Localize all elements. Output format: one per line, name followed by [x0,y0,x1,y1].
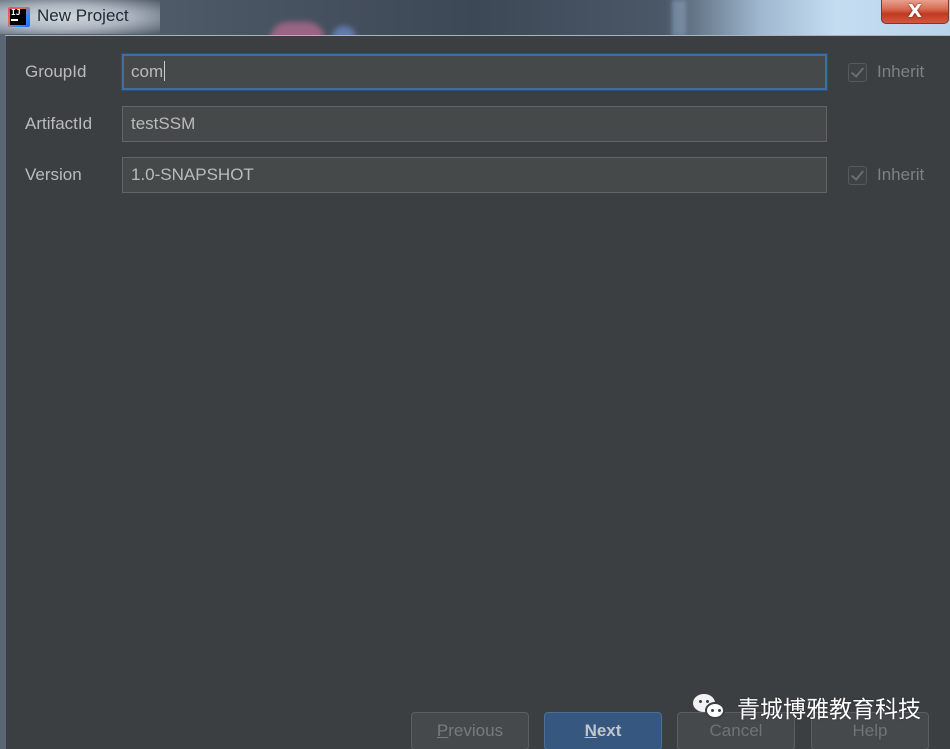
close-icon: X [908,0,922,22]
previous-mnemonic: P [436,721,449,740]
window-titlebar: IJ New Project X [0,0,950,40]
version-label: Version [25,165,82,184]
artifactid-input[interactable]: testSSM [122,106,827,142]
groupid-label: GroupId [25,62,87,81]
groupid-value: com [131,62,164,81]
checkmark-icon [848,165,867,185]
next-button[interactable]: Next [544,712,662,749]
text-caret [164,61,166,82]
groupid-inherit-label: Inherit [877,62,925,81]
groupid-input[interactable]: com [122,54,827,90]
artifactid-value: testSSM [131,114,196,133]
groupid-inherit-checkbox[interactable]: Inherit [848,62,924,82]
next-mnemonic: N [584,721,597,740]
wechat-watermark: 青城博雅教育科技 [693,690,921,724]
version-inherit-checkbox[interactable]: Inherit [848,165,924,185]
close-window-button[interactable]: X [881,0,949,24]
intellij-idea-icon: IJ [8,7,30,27]
version-value: 1.0-SNAPSHOT [131,165,254,184]
previous-button[interactable]: Previous [411,712,529,749]
cancel-label: Cancel [709,721,763,740]
checkmark-icon [848,62,867,82]
new-project-dialog: GroupId com Inherit ArtifactId testSSM V… [5,35,950,749]
version-input[interactable]: 1.0-SNAPSHOT [122,157,827,193]
help-label: Help [852,721,888,740]
wechat-icon [693,692,729,722]
desktop-background-stripe [672,0,686,36]
window-title: New Project [37,6,129,25]
next-label: ext [596,721,622,740]
watermark-text: 青城博雅教育科技 [737,697,921,723]
previous-label: revious [448,721,504,740]
version-inherit-label: Inherit [877,165,925,184]
artifactid-label: ArtifactId [25,114,93,133]
